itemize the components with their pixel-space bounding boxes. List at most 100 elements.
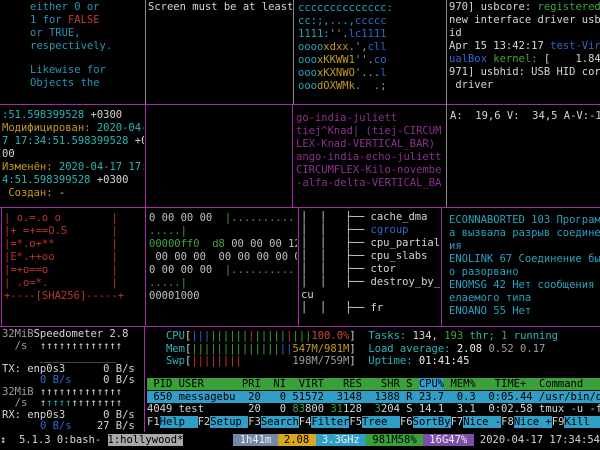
terminal-line: .....| xyxy=(149,225,297,238)
ssh-randomart-pane[interactable]: | o.=.o o ||+ =+==O.S ||=*.o+** ||E*.++o… xyxy=(4,212,144,325)
hexdump-pane[interactable]: 0 00 00 00 |................|00000ff0 d8… xyxy=(149,212,297,325)
terminal-line: Модифицирован: 2020-04-1 xyxy=(2,122,144,135)
text-segment: xKKWW1 xyxy=(317,54,355,66)
terminal-line: 0 00 00 00 |........... xyxy=(149,264,297,277)
fn-nice-plus-button[interactable]: Nice + xyxy=(514,416,552,428)
voltage-readout-pane[interactable]: A: 19,6 V: 34,5 A-V:-1 xyxy=(450,110,600,205)
text-segment: +0300 xyxy=(97,174,129,186)
terminal-line: Swp[|||||||| 198M/759M] Uptime: 01:41:45 xyxy=(147,355,600,368)
text-segment: 134, xyxy=(413,330,445,342)
terminal-line: 4:51.598399528 +0300 xyxy=(2,174,144,187)
text-segment: |=+o==o | xyxy=(4,264,118,276)
empty-pane[interactable] xyxy=(148,106,291,206)
text-segment: 0 00 00 00 xyxy=(149,212,225,224)
text-segment: respectively. xyxy=(30,40,112,52)
text-segment: 2020-04-1 xyxy=(97,122,144,134)
text-segment: ccccc xyxy=(355,15,387,27)
terminal-line: елаемого типа xyxy=(449,292,600,305)
terminal-line xyxy=(147,368,600,379)
fn-help-button[interactable]: Help xyxy=(160,416,198,428)
fn-setup-button[interactable]: Setup xyxy=(210,416,248,428)
text-segment: '... xyxy=(355,67,380,79)
fn-key-f2: F2 xyxy=(198,416,211,428)
terminal-line: 4049 test 20 0 83800 31128 3204 S 14.1 3… xyxy=(147,403,600,416)
text-segment: d8 xyxy=(212,238,225,250)
text-segment: either 0 or xyxy=(30,1,100,13)
ascii-art-pane[interactable]: cccccccccccccc:cc:;,...,ccccc1111:''.lc1… xyxy=(298,2,445,102)
terminal-line: │ │ ├── destroy_by_r xyxy=(301,276,440,289)
text-segment: cc:;,..., xyxy=(298,15,355,27)
text-segment: ||| xyxy=(191,330,210,342)
terminal-line: ualBox kernel: [ 1.843 xyxy=(449,53,600,66)
screen-message-pane[interactable]: Screen must be at least xyxy=(148,1,292,101)
text-segment: new interface driver usbh xyxy=(449,14,600,26)
network-speedometer-pane[interactable]: 32MiBSpeedometer 2.8 /s ↑↑↑↑↑↑↑↑↑↑↑↑↑ __… xyxy=(2,329,143,431)
terminal-line: │ │ ├── cgroup xyxy=(301,224,440,237)
pane-border-vertical xyxy=(446,0,447,207)
fn-sortby-button[interactable]: SortBy xyxy=(413,416,451,428)
process-row: 4049 test 20 0 xyxy=(147,403,292,415)
fn-kill-button[interactable]: Kill xyxy=(564,416,600,428)
fn-tree-button[interactable]: Tree xyxy=(362,416,400,428)
text-segment: RX: enp0s3 0 B/s xyxy=(2,409,135,421)
text-segment: .....| xyxy=(149,225,187,237)
slab-tree-pane[interactable]: │ │ ├── cache_dma│ │ ├── cgroup│ │ ├── c… xyxy=(301,211,440,325)
text-segment: 1111: xyxy=(298,28,330,40)
pane-border-vertical xyxy=(145,104,146,326)
text-segment xyxy=(147,330,166,342)
terminal-line: │ │ ├── ctor xyxy=(301,263,440,276)
terminal-line: A: 19,6 V: 34,5 A-V:-1 xyxy=(450,110,600,123)
fn-filter-button[interactable]: Filter xyxy=(311,416,349,428)
text-segment: /s xyxy=(2,340,40,352)
terminal-line: │ │ ├── cache_dma xyxy=(301,211,440,224)
file-stat-pane[interactable]: :51.598399528 +0300Модифицирован: 2020-0… xyxy=(2,109,144,206)
terminal-line: о разорвано xyxy=(449,266,600,279)
fn-nice-minus-button[interactable]: Nice - xyxy=(463,416,501,428)
pane-border-horizontal xyxy=(0,207,600,208)
window-tab-hollywood[interactable]: 1:hollywood* xyxy=(108,434,184,446)
text-segment: ↑↑↑↑↑↑↑↑ xyxy=(72,397,123,409)
phonetic-alphabet-pane[interactable]: go-india-julietttiej^Knad| (tiej-CIRCUMF… xyxy=(296,112,442,206)
text-segment: ] xyxy=(349,343,368,355)
text-segment xyxy=(147,343,166,355)
errno-list-pane[interactable]: ECONNABORTED 103 Программа вызвала разры… xyxy=(449,214,600,325)
terminal-screen: either 0 or1 for FALSEor TRUE,respective… xyxy=(0,0,600,450)
text-segment: - xyxy=(59,187,65,199)
text-segment: ''. xyxy=(355,54,374,66)
window-tab-bash[interactable]: 0:bash- xyxy=(57,434,108,446)
htop-pane[interactable]: CPU[|||||||||||||||||||100.0%] Tasks: 13… xyxy=(147,330,600,432)
text-segment: [ 1.843 xyxy=(544,53,600,65)
terminal-line: |E*.++oo | xyxy=(4,251,144,264)
terminal-line: |=+o==o | xyxy=(4,264,144,277)
terminal-line: | o.=.o o | xyxy=(4,212,144,225)
fn-key-f3: F3 xyxy=(248,416,261,428)
clock: 2020-04-17 17:34:54 xyxy=(474,434,600,446)
terminal-line: oooxKKWW1''.co xyxy=(298,54,445,67)
text-segment: Load average: xyxy=(368,343,457,355)
text-segment: Модифицирован: xyxy=(2,122,97,134)
text-segment: ango-india-echo-juliett- xyxy=(296,151,442,163)
fn-search-button[interactable]: Search xyxy=(261,416,299,428)
fn-key-f9: F9 xyxy=(552,416,565,428)
terminal-line: │ │ ├── cpu_slabs xyxy=(301,250,440,263)
text-segment: ENOMSG 42 Нет сообщения ж xyxy=(449,279,600,291)
pane-border-horizontal xyxy=(0,104,600,105)
text-segment: Swp xyxy=(166,355,185,367)
text-segment xyxy=(147,355,166,367)
text-segment: go-india-juliett xyxy=(296,112,397,124)
pane-border-vertical xyxy=(293,0,294,104)
terminal-line: ECONNABORTED 103 Программ xyxy=(449,214,600,227)
terminal-line: 970] usbcore: registered xyxy=(449,1,600,14)
text-segment: LEX-Knad-VERTICAL_BAR) t xyxy=(296,138,442,150)
fn-key-f5: F5 xyxy=(349,416,362,428)
text-segment: 32MiB xyxy=(2,329,34,340)
text-segment: Tasks: xyxy=(368,330,412,342)
text-segment: Objects the xyxy=(30,77,100,89)
terminal-line: │ │ ├── cpu_partial xyxy=(301,237,440,250)
text-segment: Speedometer 2.8 xyxy=(34,329,129,340)
process-row-selected[interactable]: 650 messagebu 20 0 51572 3148 1388 R 23.… xyxy=(147,391,600,403)
text-segment: а вызвала разрыв соединен xyxy=(449,227,600,239)
text-segment: ECONNABORTED 103 Программ xyxy=(449,214,600,226)
syslog-pane[interactable]: 970] usbcore: registerednew interface dr… xyxy=(449,1,600,103)
text-segment: lc1111 xyxy=(349,28,387,40)
